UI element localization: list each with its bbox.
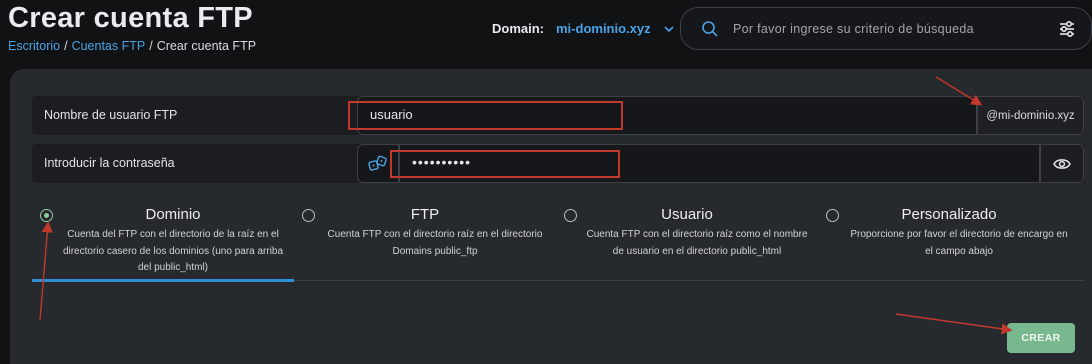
domain-suffix: @mi-dominio.xyz (977, 96, 1084, 135)
breadcrumb-link-escritorio[interactable]: Escritorio (8, 39, 60, 53)
directory-options: Dominio Cuenta del FTP con el directorio… (32, 203, 1084, 283)
option-usuario[interactable]: Usuario Cuenta FTP con el directorio raí… (556, 203, 818, 281)
search-icon (702, 20, 718, 37)
breadcrumb-separator: / (149, 39, 153, 53)
password-label: Introducir la contraseña (44, 156, 175, 170)
option-description: Cuenta FTP con el directorio raíz como e… (586, 229, 808, 257)
option-title: FTP (410, 206, 440, 223)
username-label: Nombre de usuario FTP (44, 108, 178, 122)
breadcrumb: Escritorio / Cuentas FTP / Crear cuenta FTP (8, 39, 256, 53)
password-field[interactable] (399, 144, 1040, 183)
generate-password-button[interactable] (357, 144, 399, 183)
username-input[interactable] (370, 107, 620, 122)
filter-sliders-icon[interactable] (1057, 19, 1077, 39)
password-input[interactable] (412, 154, 662, 170)
breadcrumb-link-cuentas-ftp[interactable]: Cuentas FTP (72, 39, 146, 53)
username-field[interactable] (357, 96, 977, 135)
option-ftp[interactable]: FTP Cuenta FTP con el directorio raíz en… (294, 203, 556, 281)
search-input[interactable] (733, 13, 1057, 44)
username-row: Nombre de usuario FTP @mi-dominio.xyz (32, 96, 1084, 135)
breadcrumb-separator: / (64, 39, 68, 53)
option-description: Cuenta FTP con el directorio raíz en el … (327, 229, 543, 257)
show-password-button[interactable] (1040, 144, 1084, 183)
domain-selector[interactable]: Domain: mi-dominio.xyz (492, 21, 675, 36)
option-dominio[interactable]: Dominio Cuenta del FTP con el directorio… (32, 203, 294, 281)
option-title: Dominio (145, 206, 201, 223)
selected-option-indicator (32, 279, 294, 282)
create-ftp-panel: Nombre de usuario FTP @mi-dominio.xyz In… (10, 69, 1092, 364)
option-title: Usuario (661, 206, 713, 223)
option-description: Proporcione por favor el directorio de e… (850, 229, 1068, 257)
create-button[interactable]: CREAR (1007, 323, 1075, 353)
breadcrumb-current: Crear cuenta FTP (156, 39, 257, 53)
dice-icon (368, 155, 387, 171)
chevron-down-icon[interactable] (663, 23, 675, 35)
option-personalizado[interactable]: Personalizado Proporcione por favor el d… (818, 203, 1080, 281)
domain-label: Domain: (492, 21, 544, 36)
domain-value[interactable]: mi-dominio.xyz (556, 21, 651, 36)
search-box (680, 7, 1092, 50)
password-row: Introducir la contraseña (32, 144, 1084, 183)
option-description: Cuenta del FTP con el directorio de la r… (62, 229, 284, 273)
page-title: Crear cuenta FTP (8, 2, 253, 34)
eye-icon (1053, 158, 1071, 169)
option-title: Personalizado (901, 206, 997, 223)
